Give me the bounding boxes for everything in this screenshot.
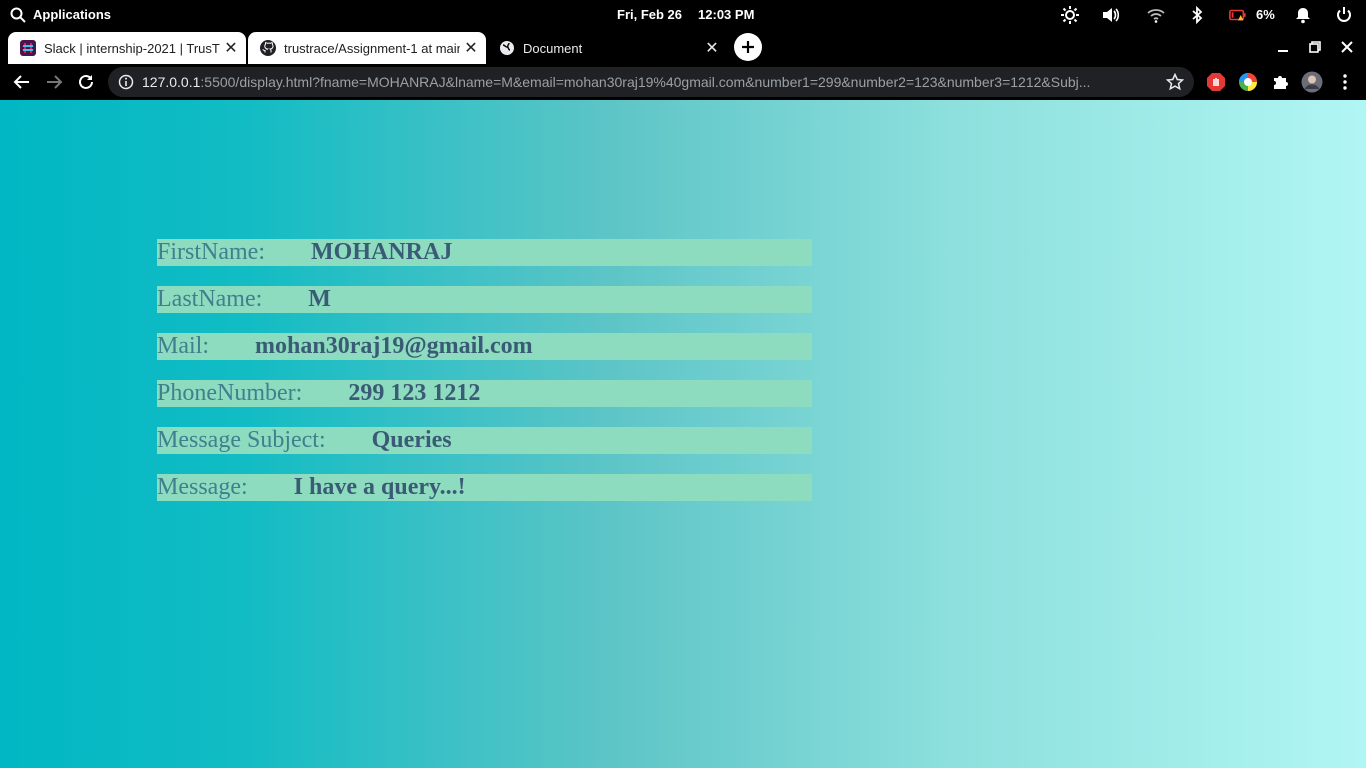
browser-tab-strip: Slack | internship-2021 | TrusTrace ✕ tr…	[0, 29, 1366, 64]
brightness-icon[interactable]	[1060, 5, 1080, 25]
last-name-value: M	[308, 286, 331, 312]
first-name-value: MOHANRAJ	[311, 239, 453, 265]
first-name-label: FirstName:	[157, 239, 265, 265]
tab-slack[interactable]: Slack | internship-2021 | TrusTrace ✕	[8, 32, 246, 64]
forward-button[interactable]	[42, 70, 66, 94]
time-text: 12:03 PM	[698, 7, 755, 22]
mail-label: Mail:	[157, 333, 209, 359]
message-row: Message: I have a query...!	[157, 474, 812, 501]
message-subject-label: Message Subject:	[157, 427, 326, 453]
page-viewport: FirstName: MOHANRAJ LastName: M Mail: mo…	[0, 100, 1366, 768]
restore-window-button[interactable]	[1305, 37, 1325, 57]
message-label: Message:	[157, 474, 248, 500]
minimize-icon	[1278, 50, 1288, 52]
last-name-label: LastName:	[157, 286, 263, 312]
applications-menu[interactable]: Applications	[10, 0, 111, 29]
slack-icon	[20, 40, 36, 56]
mail-row: Mail: mohan30raj19@gmail.com	[157, 333, 812, 360]
adblock-extension-icon[interactable]	[1205, 71, 1227, 93]
back-button[interactable]	[10, 70, 34, 94]
new-tab-button[interactable]	[734, 33, 762, 61]
mail-value: mohan30raj19@gmail.com	[255, 333, 533, 359]
url-text: 127.0.0.1:5500/display.html?fname=MOHANR…	[142, 74, 1152, 90]
address-bar[interactable]: 127.0.0.1:5500/display.html?fname=MOHANR…	[108, 67, 1194, 97]
system-top-bar: Applications Fri, Feb 26 12:03 PM 6%	[0, 0, 1366, 29]
reload-icon	[79, 74, 93, 89]
close-window-button[interactable]	[1337, 37, 1357, 57]
search-icon	[10, 7, 26, 23]
restore-icon	[1309, 41, 1321, 53]
message-subject-row: Message Subject: Queries	[157, 427, 812, 454]
phone-number-label: PhoneNumber:	[157, 380, 303, 406]
more-vert-icon	[1343, 74, 1347, 90]
globe-icon	[499, 40, 515, 56]
browser-toolbar: 127.0.0.1:5500/display.html?fname=MOHANR…	[0, 64, 1366, 100]
tab-title: Slack | internship-2021 | TrusTrace	[44, 40, 220, 56]
github-icon	[260, 40, 276, 56]
phone-number-value: 299 123 1212	[348, 380, 481, 406]
clock[interactable]: Fri, Feb 26 12:03 PM	[617, 0, 754, 29]
plus-icon	[742, 41, 754, 53]
message-value: I have a query...!	[293, 474, 466, 500]
puzzle-extensions-icon[interactable]	[1269, 71, 1291, 93]
battery-icon[interactable]	[1228, 5, 1248, 25]
arrow-left-icon	[13, 75, 29, 89]
power-icon[interactable]	[1334, 5, 1354, 25]
first-name-row: FirstName: MOHANRAJ	[157, 239, 812, 266]
close-tab-icon[interactable]: ✕	[220, 37, 242, 59]
close-icon	[1341, 41, 1353, 53]
minimize-window-button[interactable]	[1273, 37, 1293, 57]
tab-title: Document	[523, 40, 583, 56]
form-display: FirstName: MOHANRAJ LastName: M Mail: mo…	[157, 239, 812, 521]
close-tab-icon[interactable]: ✕	[460, 37, 482, 59]
bluetooth-icon[interactable]	[1187, 5, 1207, 25]
chrome-menu-button[interactable]	[1334, 71, 1356, 93]
tab-document[interactable]: Document ✕	[487, 32, 727, 64]
date-text: Fri, Feb 26	[617, 7, 683, 22]
arrow-right-icon	[47, 75, 63, 89]
url-path: :5500/display.html?fname=MOHANRAJ&lname=…	[200, 74, 1091, 90]
applications-label: Applications	[33, 7, 112, 22]
reload-button[interactable]	[74, 70, 98, 94]
site-info-icon[interactable]	[118, 74, 134, 90]
close-tab-icon[interactable]: ✕	[701, 37, 723, 59]
url-host: 127.0.0.1	[142, 74, 201, 90]
profile-avatar[interactable]	[1301, 71, 1323, 93]
last-name-row: LastName: M	[157, 286, 812, 313]
notifications-bell-icon[interactable]	[1293, 5, 1313, 25]
message-subject-value: Queries	[371, 427, 452, 453]
tab-github[interactable]: trustrace/Assignment-1 at main ✕	[248, 32, 486, 64]
wifi-icon[interactable]	[1146, 5, 1166, 25]
tab-title: trustrace/Assignment-1 at main	[284, 40, 460, 56]
battery-percent: 6%	[1256, 7, 1275, 22]
volume-icon[interactable]	[1101, 5, 1121, 25]
color-picker-extension-icon[interactable]	[1237, 71, 1259, 93]
bookmark-star-icon[interactable]	[1166, 73, 1184, 91]
phone-number-row: PhoneNumber: 299 123 1212	[157, 380, 812, 407]
